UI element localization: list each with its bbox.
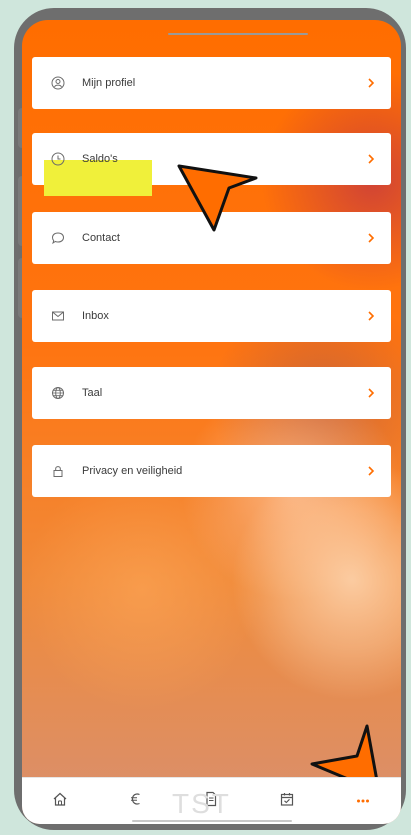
menu-item-mijn-profiel[interactable]: Mijn profiel (32, 57, 391, 109)
envelope-icon (50, 308, 66, 324)
calendar-icon (279, 791, 295, 812)
menu-item-label: Taal (82, 387, 103, 399)
menu-item-label: Mijn profiel (82, 77, 136, 89)
menu-item-label: Saldo's (82, 153, 118, 165)
menu-item-privacy[interactable]: Privacy en veiligheid (32, 445, 391, 497)
nav-more-button[interactable] (343, 781, 383, 821)
globe-icon (50, 385, 66, 401)
top-notch (168, 33, 308, 35)
euro-icon (128, 791, 144, 812)
chevron-right-icon (365, 387, 377, 399)
home-icon (52, 791, 68, 812)
bottom-navigation: TST (22, 777, 401, 824)
chevron-right-icon (365, 153, 377, 165)
watermark-text: TST (172, 788, 231, 819)
more-dots-icon (355, 791, 371, 812)
clock-icon (50, 151, 66, 167)
chevron-right-icon (365, 310, 377, 322)
nav-euro-button[interactable] (116, 781, 156, 821)
nav-calendar-button[interactable] (267, 781, 307, 821)
user-circle-icon (50, 75, 66, 91)
menu-item-saldos-content[interactable]: Saldo's (32, 133, 391, 185)
menu-item-label: Privacy en veiligheid (82, 465, 183, 477)
chat-bubble-icon (50, 230, 66, 246)
menu-item-label: Inbox (82, 310, 109, 322)
app-screen: Mijn profiel Saldo's Contact Inbox Taal … (22, 20, 401, 824)
chevron-right-icon (365, 77, 377, 89)
chevron-right-icon (365, 465, 377, 477)
menu-item-inbox[interactable]: Inbox (32, 290, 391, 342)
menu-item-taal[interactable]: Taal (32, 367, 391, 419)
chevron-right-icon (365, 232, 377, 244)
home-indicator (132, 820, 292, 822)
lock-icon (50, 463, 66, 479)
nav-home-button[interactable] (40, 781, 80, 821)
